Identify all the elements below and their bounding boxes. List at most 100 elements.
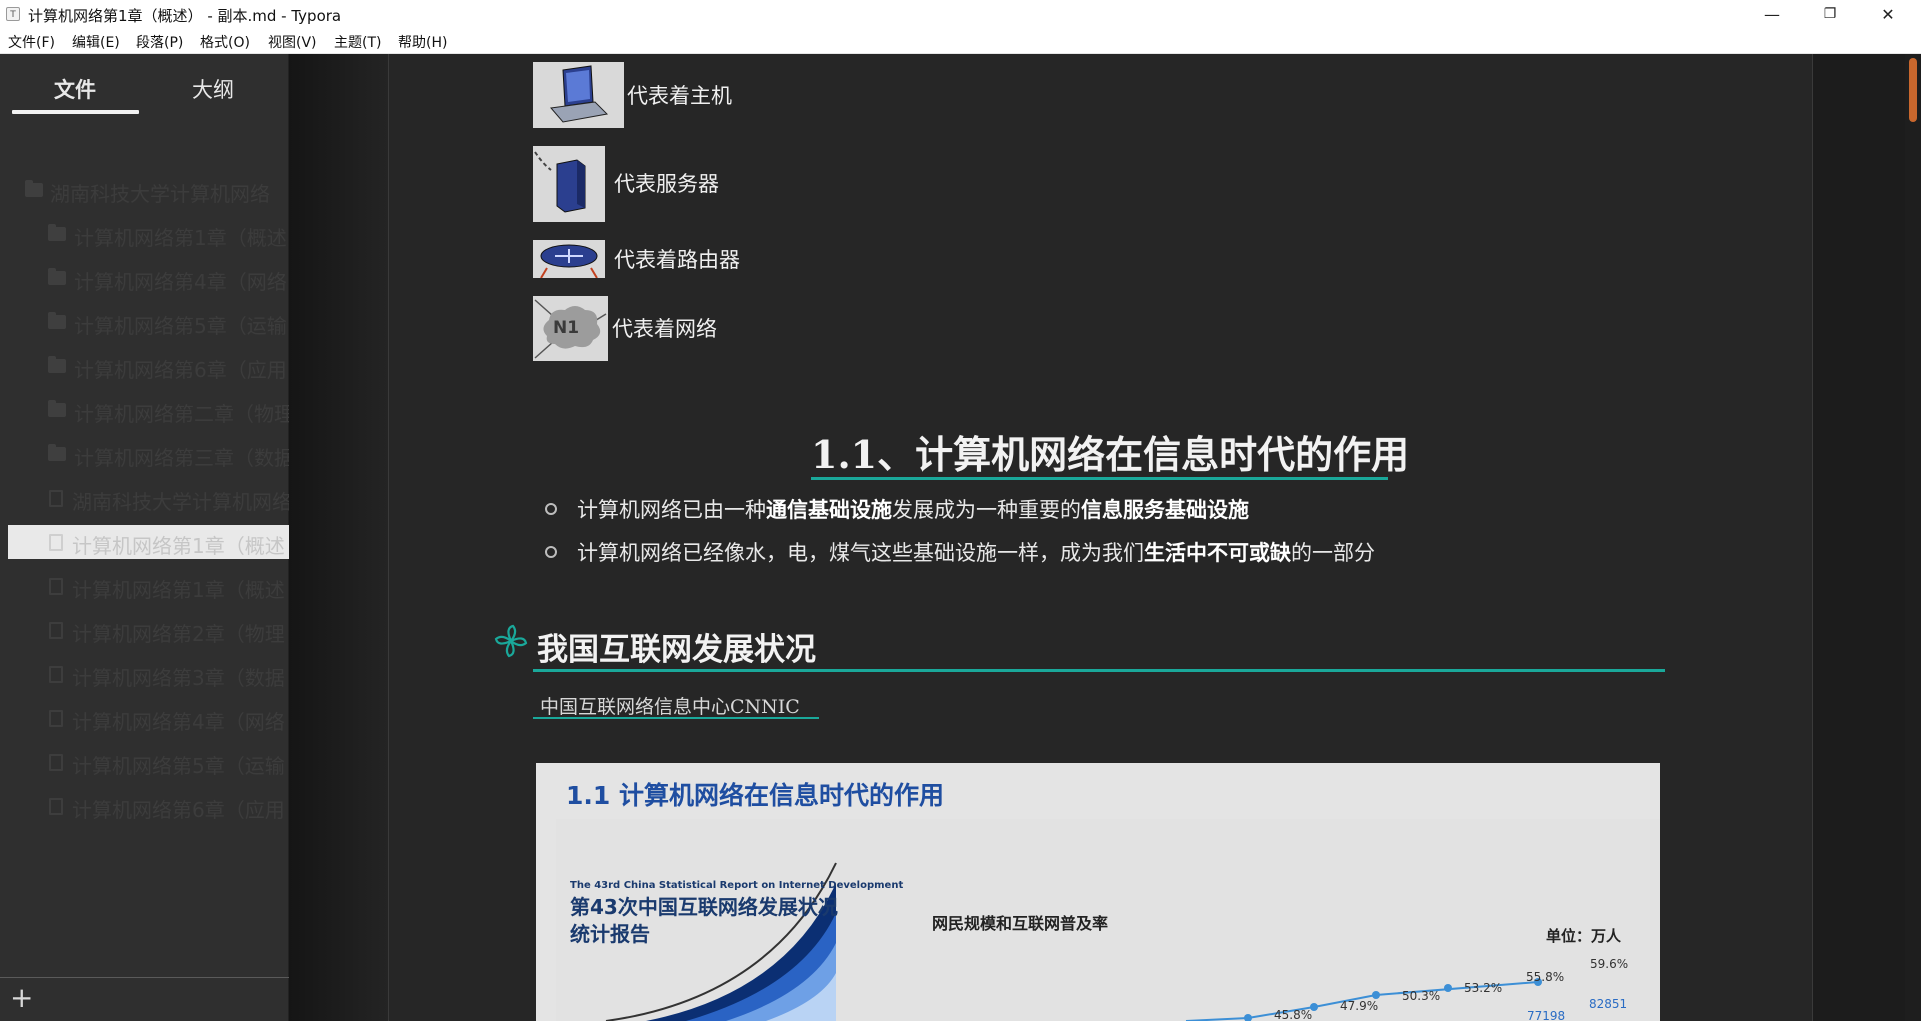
- menu-help[interactable]: 帮助(H): [398, 32, 447, 52]
- file-icon: [49, 710, 63, 727]
- tree-file[interactable]: 计算机网络第2章（物理: [0, 613, 289, 647]
- section-heading: 我国互联网发展状况: [537, 632, 816, 668]
- heading-1-1: 1.1、计算机网络在信息时代的作用: [811, 432, 1410, 477]
- tree-file[interactable]: 湖南科技大学计算机网络: [0, 481, 292, 515]
- tree-item-label: 计算机网络第1章（概述: [72, 578, 285, 602]
- scrollbar-thumb[interactable]: [1909, 58, 1917, 122]
- report-en-title: The 43rd China Statistical Report on Int…: [570, 880, 904, 891]
- window-title: 计算机网络第1章（概述） - 副本.md - Typora: [28, 7, 342, 25]
- folder-icon: [48, 312, 66, 329]
- bullet-2-text: 计算机网络已经像水，电，煤气这些基础设施一样，成为我们: [577, 541, 1144, 565]
- close-button[interactable]: ✕: [1859, 0, 1917, 28]
- bullet-1-text: 计算机网络已由一种: [577, 498, 766, 522]
- tree-file-active[interactable]: 计算机网络第1章（概述: [8, 525, 289, 559]
- bullet-2-bold: 生活中不可或缺: [1144, 541, 1291, 565]
- tree-folder[interactable]: 计算机网络第5章（运输: [0, 305, 289, 339]
- router-icon: [533, 240, 605, 278]
- tree-item-label: 计算机网络第1章（概述: [72, 534, 285, 558]
- file-icon: [49, 798, 63, 815]
- folder-icon: [48, 444, 66, 461]
- report-cn-title: 第43次中国互联网络发展状况 统计报告: [570, 894, 838, 948]
- menu-edit[interactable]: 编辑(E): [72, 32, 120, 52]
- tab-outline[interactable]: 大纲: [192, 74, 234, 104]
- bullet-text-2: 计算机网络已经像水，电，煤气这些基础设施一样，成为我们生活中不可或缺的一部分: [577, 537, 1375, 567]
- tree-item-label: 湖南科技大学计算机网络: [72, 490, 292, 514]
- restore-icon: ❐: [1823, 6, 1837, 22]
- host-laptop-icon: [533, 62, 624, 128]
- tree-file[interactable]: 计算机网络第5章（运输: [0, 745, 289, 779]
- rate-label: 55.8%: [1526, 970, 1565, 984]
- rate-label: 45.8%: [1274, 1008, 1313, 1021]
- tree-item-label: 计算机网络第4章（网络: [74, 270, 287, 294]
- slide-image: 1.1 计算机网络在信息时代的作用 The 43rd China Statist…: [536, 763, 1660, 1021]
- tree-file[interactable]: 计算机网络第6章（应用: [0, 789, 289, 823]
- menu-format[interactable]: 格式(O): [200, 32, 250, 52]
- minimize-button[interactable]: —: [1743, 0, 1801, 28]
- pinwheel-icon: [494, 624, 528, 666]
- scrollbar-track[interactable]: [1905, 54, 1921, 1021]
- heading-underline: [811, 477, 1388, 480]
- users-label: 82851: [1589, 997, 1628, 1011]
- menu-file[interactable]: 文件(F): [8, 32, 55, 52]
- close-icon: ✕: [1881, 4, 1895, 24]
- folder-icon: [48, 400, 66, 417]
- bullet-text-1: 计算机网络已由一种通信基础设施发展成为一种重要的信息服务基础设施: [577, 494, 1249, 524]
- tree-file[interactable]: 计算机网络第3章（数据: [0, 657, 289, 691]
- rate-label: 47.9%: [1340, 999, 1379, 1013]
- network-cloud-icon: N1: [533, 296, 608, 361]
- tree-file[interactable]: 计算机网络第1章（概述: [0, 569, 289, 603]
- menu-paragraph[interactable]: 段落(P): [136, 32, 183, 52]
- cnnic-link[interactable]: 中国互联网络信息中心CNNIC: [540, 692, 800, 719]
- users-label: 77198: [1527, 1009, 1566, 1021]
- tree-item-label: 计算机网络第5章（运输: [74, 314, 287, 338]
- folder-icon: [48, 268, 66, 285]
- bullet-1-bold-b: 信息服务基础设施: [1081, 498, 1249, 522]
- tree-folder[interactable]: 计算机网络第4章（网络: [0, 261, 289, 295]
- bullet-1-bold-a: 通信基础设施: [766, 498, 892, 522]
- tree-folder-root[interactable]: 湖南科技大学计算机网络: [0, 173, 289, 207]
- folder-icon: [48, 356, 66, 373]
- server-icon: [533, 146, 605, 222]
- bullet-2-text-end: 的一部分: [1291, 541, 1375, 565]
- tree-item-label: 计算机网络第三章（数据: [74, 446, 294, 470]
- tree-item-label: 计算机网络第4章（网络: [72, 710, 285, 734]
- file-icon: [49, 666, 63, 683]
- tree-item-label: 计算机网络第二章（物理: [74, 402, 294, 426]
- tree-item-label: 计算机网络第6章（应用: [74, 358, 287, 382]
- minimize-icon: —: [1764, 4, 1780, 24]
- tree-folder[interactable]: 计算机网络第三章（数据: [0, 437, 294, 471]
- tree-item-label: 计算机网络第3章（数据: [72, 666, 285, 690]
- file-icon: [49, 622, 63, 639]
- tree-item-label: 计算机网络第2章（物理: [72, 622, 285, 646]
- legend-router-label: 代表着路由器: [614, 248, 740, 272]
- legend-server-label: 代表服务器: [614, 172, 719, 196]
- rate-point: [1244, 1014, 1252, 1021]
- rate-label: 50.3%: [1402, 989, 1441, 1003]
- restore-button[interactable]: ❐: [1801, 0, 1859, 28]
- chart-title: 网民规模和互联网普及率: [932, 914, 1109, 933]
- title-bar: T 计算机网络第1章（概述） - 副本.md - Typora — ❐ ✕: [0, 0, 1921, 28]
- tree-folder[interactable]: 计算机网络第6章（应用: [0, 349, 289, 383]
- tree-file[interactable]: 计算机网络第4章（网络: [0, 701, 289, 735]
- folder-icon: [25, 180, 43, 197]
- editor-gutter: [289, 54, 389, 1021]
- tree-item-label: 计算机网络第5章（运输: [72, 754, 285, 778]
- active-tab-indicator: [12, 110, 139, 114]
- chart-unit: 单位：万人: [1546, 927, 1622, 945]
- menu-theme[interactable]: 主题(T): [334, 32, 381, 52]
- bullet-1-text-mid: 发展成为一种重要的: [892, 498, 1081, 522]
- report-cn-line1: 第43次中国互联网络发展状况: [570, 895, 838, 919]
- tree-folder[interactable]: 计算机网络第二章（物理: [0, 393, 294, 427]
- tree-folder[interactable]: 计算机网络第1章（概述: [0, 217, 289, 251]
- tree-item-label: 计算机网络第6章（应用: [72, 798, 285, 822]
- bullet-icon: [545, 503, 557, 515]
- menu-view[interactable]: 视图(V): [268, 32, 317, 52]
- folder-icon: [48, 224, 66, 241]
- typora-app-icon: T: [6, 7, 20, 21]
- sidebar: 文件 大纲 湖南科技大学计算机网络 计算机网络第1章（概述 计算机网络第4章（网…: [0, 54, 294, 1021]
- add-file-button[interactable]: +: [10, 982, 33, 1014]
- menu-bar: 文件(F) 编辑(E) 段落(P) 格式(O) 视图(V) 主题(T) 帮助(H…: [0, 28, 1921, 54]
- bullet-icon: [545, 546, 557, 558]
- tab-files[interactable]: 文件: [54, 74, 96, 104]
- rate-point: [1444, 984, 1452, 992]
